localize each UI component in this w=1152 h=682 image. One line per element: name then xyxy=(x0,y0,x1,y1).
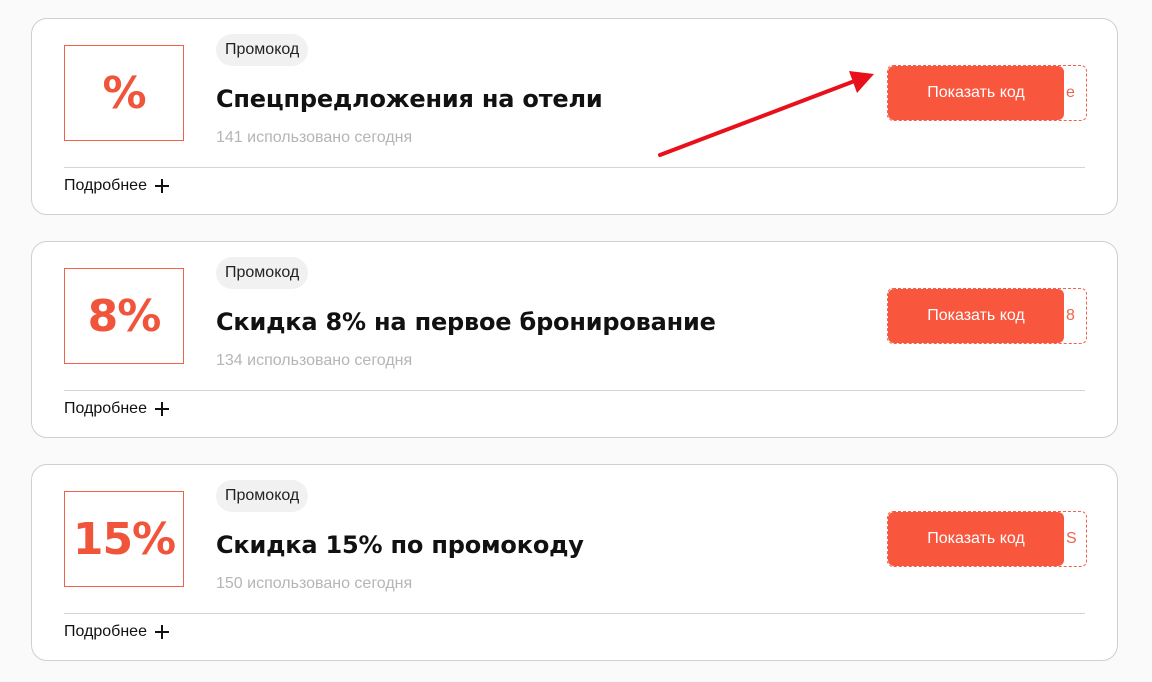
usage-count: 150 использовано сегодня xyxy=(216,575,413,592)
divider xyxy=(64,613,1085,614)
show-code-button[interactable]: Показать код xyxy=(888,66,1064,120)
offer-title: Спецпредложения на отели xyxy=(216,85,603,113)
plus-icon xyxy=(154,625,169,639)
show-code-button[interactable]: Показать код xyxy=(888,512,1064,566)
promo-code-reveal[interactable]: e Показать код xyxy=(887,65,1087,121)
details-toggle[interactable]: Подробнее xyxy=(64,400,169,418)
discount-value: 8% xyxy=(64,268,184,364)
plus-icon xyxy=(154,402,169,416)
plus-icon xyxy=(154,179,169,193)
offer-title: Скидка 15% по промокоду xyxy=(216,531,584,559)
usage-count: 141 использовано сегодня xyxy=(216,129,413,146)
promo-code-reveal[interactable]: S Показать код xyxy=(887,511,1087,567)
promo-code-peek: 8 xyxy=(1066,307,1075,324)
offer-title: Скидка 8% на первое бронирование xyxy=(216,308,716,336)
promo-badge: Промокод xyxy=(216,34,309,66)
show-code-button[interactable]: Показать код xyxy=(888,289,1064,343)
divider xyxy=(64,167,1085,168)
offer-card: 15% Промокод Скидка 15% по промокоду 150… xyxy=(31,464,1118,661)
details-label: Подробнее xyxy=(64,623,147,640)
offer-card: 8% Промокод Скидка 8% на первое брониров… xyxy=(31,241,1118,438)
promo-badge: Промокод xyxy=(216,257,309,289)
details-toggle[interactable]: Подробнее xyxy=(64,623,169,641)
divider xyxy=(64,390,1085,391)
offer-card: % Промокод Спецпредложения на отели 141 … xyxy=(31,18,1118,215)
promo-code-peek: e xyxy=(1066,84,1075,101)
usage-count: 134 использовано сегодня xyxy=(216,352,413,369)
details-label: Подробнее xyxy=(64,400,147,417)
promo-code-peek: S xyxy=(1066,530,1077,547)
promo-code-reveal[interactable]: 8 Показать код xyxy=(887,288,1087,344)
discount-value: % xyxy=(64,45,184,141)
details-toggle[interactable]: Подробнее xyxy=(64,177,169,195)
promo-badge: Промокод xyxy=(216,480,309,512)
discount-value: 15% xyxy=(64,491,184,587)
details-label: Подробнее xyxy=(64,177,147,194)
